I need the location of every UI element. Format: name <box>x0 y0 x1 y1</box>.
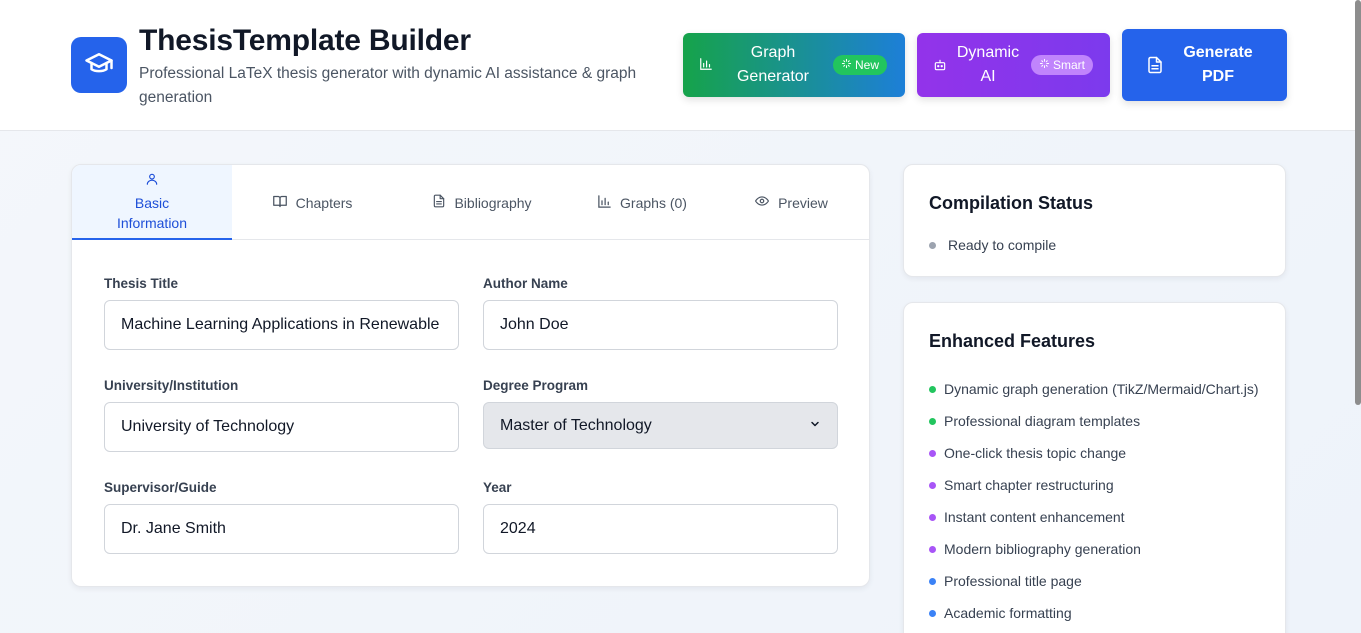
status-dot <box>929 241 936 249</box>
tab-bar: Basic Information Chapters Bibliography … <box>72 165 869 240</box>
list-item: Professional title page <box>929 565 1259 597</box>
sparkles-icon <box>841 53 852 77</box>
thesis-form-card: Basic Information Chapters Bibliography … <box>71 164 870 587</box>
chevron-down-icon <box>809 417 821 435</box>
graduation-cap-icon <box>84 48 114 83</box>
university-label: University/Institution <box>104 378 239 393</box>
thesis-title-input[interactable] <box>104 300 459 350</box>
tab-label: Chapters <box>295 194 353 211</box>
supervisor-input[interactable] <box>104 504 459 554</box>
bullet-dot <box>929 513 936 521</box>
feature-text: Academic formatting <box>944 605 1072 621</box>
year-label: Year <box>483 480 512 495</box>
feature-text: Dynamic graph generation (TikZ/Mermaid/C… <box>944 381 1259 397</box>
eye-icon <box>754 194 770 211</box>
feature-text: Professional diagram templates <box>944 413 1141 429</box>
tab-label: Basic Information <box>116 194 188 231</box>
sparkles-icon <box>1039 53 1050 77</box>
author-name-input[interactable] <box>483 300 838 350</box>
tab-bibliography[interactable]: Bibliography <box>402 165 562 240</box>
bullet-dot <box>929 609 936 617</box>
app-logo <box>71 37 127 93</box>
bullet-dot <box>929 545 936 553</box>
thesis-title-label: Thesis Title <box>104 276 179 291</box>
university-input[interactable] <box>104 402 459 452</box>
generate-pdf-label: Generate PDF <box>1183 44 1253 85</box>
smart-badge-label: Smart <box>1053 58 1086 72</box>
compilation-status-text: Ready to compile <box>948 237 1057 253</box>
compilation-status-title: Compilation Status <box>929 193 1094 213</box>
generate-pdf-button[interactable]: Generate PDF <box>1122 29 1287 101</box>
degree-program-value: Master of Technology <box>500 416 652 434</box>
supervisor-label: Supervisor/Guide <box>104 480 217 495</box>
new-badge: New <box>833 53 888 77</box>
enhanced-features-title: Enhanced Features <box>929 331 1096 351</box>
bullet-dot <box>929 417 936 425</box>
bar-chart-icon <box>699 57 713 71</box>
feature-text: Modern bibliography generation <box>944 541 1141 557</box>
author-name-label: Author Name <box>483 276 568 291</box>
dynamic-ai-button[interactable]: Dynamic AI Smart <box>917 33 1110 97</box>
feature-text: One-click thesis topic change <box>944 445 1127 461</box>
file-text-icon <box>1146 55 1164 75</box>
tab-preview[interactable]: Preview <box>711 165 869 240</box>
dynamic-ai-label: Dynamic AI <box>956 44 1020 85</box>
app-subtitle: Professional LaTeX thesis generator with… <box>139 65 637 106</box>
bullet-dot <box>929 449 936 457</box>
bot-icon <box>933 58 947 72</box>
new-badge-label: New <box>855 58 880 72</box>
graph-generator-label: Graph Generator <box>736 44 810 85</box>
bar-chart-icon <box>597 194 612 212</box>
degree-program-select[interactable]: Master of Technology <box>483 402 838 449</box>
user-icon <box>145 171 159 191</box>
tab-label: Graphs (0) <box>620 194 687 211</box>
tab-chapters[interactable]: Chapters <box>232 165 392 240</box>
bullet-dot <box>929 577 936 585</box>
app-title: ThesisTemplate Builder <box>139 24 471 57</box>
list-item: Academic formatting <box>929 597 1259 629</box>
book-open-icon <box>272 194 288 212</box>
page-scrollbar[interactable] <box>1355 0 1361 405</box>
graph-generator-button[interactable]: Graph Generator New <box>683 33 905 97</box>
year-input[interactable] <box>483 504 838 554</box>
list-item: Smart chapter restructuring <box>929 469 1259 501</box>
app-header: ThesisTemplate Builder Professional LaTe… <box>0 0 1361 131</box>
enhanced-features-card: Enhanced Features Dynamic graph generati… <box>903 302 1286 633</box>
compilation-status-card: Compilation Status Ready to compile <box>903 164 1286 277</box>
tab-graphs[interactable]: Graphs (0) <box>562 165 722 240</box>
feature-list: Dynamic graph generation (TikZ/Mermaid/C… <box>929 373 1259 629</box>
list-item: Modern bibliography generation <box>929 533 1259 565</box>
list-item: Instant content enhancement <box>929 501 1259 533</box>
compilation-status: Ready to compile <box>929 237 1056 253</box>
tab-basic-information[interactable]: Basic Information <box>72 165 232 240</box>
tab-label: Bibliography <box>454 194 532 211</box>
bullet-dot <box>929 481 936 489</box>
feature-text: Smart chapter restructuring <box>944 477 1114 493</box>
feature-text: Professional title page <box>944 573 1082 589</box>
degree-program-label: Degree Program <box>483 378 589 393</box>
bullet-dot <box>929 385 936 393</box>
list-item: One-click thesis topic change <box>929 437 1259 469</box>
file-text-icon <box>432 193 446 212</box>
list-item: Dynamic graph generation (TikZ/Mermaid/C… <box>929 373 1259 405</box>
smart-badge: Smart <box>1031 53 1094 77</box>
list-item: Professional diagram templates <box>929 405 1259 437</box>
feature-text: Instant content enhancement <box>944 509 1125 525</box>
tab-label: Preview <box>778 194 828 211</box>
